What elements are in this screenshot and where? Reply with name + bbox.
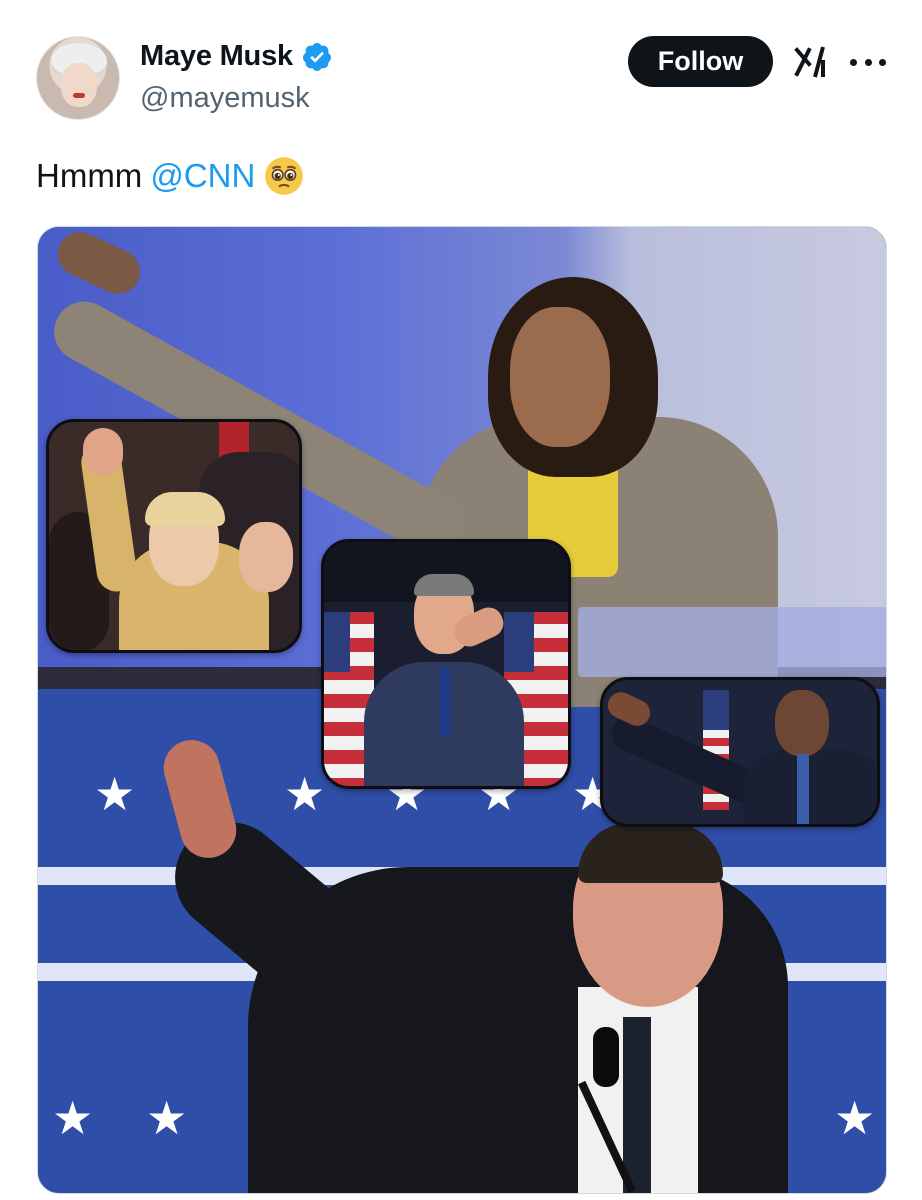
avatar[interactable]: [36, 36, 120, 120]
inset-photo-left: [46, 419, 302, 653]
figure-bottom-hair: [578, 823, 723, 883]
author-name-row[interactable]: Maye Musk: [140, 40, 333, 73]
tweet-media-image[interactable]: ★ ★ ★ ★ ★ ★ ★ ★ ★ ★: [37, 226, 887, 1194]
star-icon: ★: [94, 767, 136, 821]
star-icon: ★: [284, 767, 326, 821]
podium: [578, 607, 886, 677]
more-dots-icon[interactable]: [850, 48, 886, 76]
pleading-face-emoji-icon: [265, 157, 304, 195]
star-icon: ★: [834, 1091, 876, 1145]
figure-bottom-tie: [623, 1017, 651, 1193]
verified-badge-icon: [302, 42, 331, 71]
display-name[interactable]: Maye Musk: [140, 40, 293, 73]
star-icon: ★: [52, 1091, 94, 1145]
tweet-body-text: Hmmm: [36, 157, 143, 194]
tweet-text: Hmmm @CNN: [36, 155, 305, 197]
microphone-icon: [593, 1027, 619, 1087]
figure-top-face: [510, 307, 610, 447]
follow-button[interactable]: Follow: [628, 36, 773, 87]
inset-photo-center: [321, 539, 571, 789]
mention-link[interactable]: @CNN: [150, 156, 255, 196]
inset-photo-right: [600, 677, 880, 827]
star-icon: ★: [146, 1091, 188, 1145]
author-handle[interactable]: @mayemusk: [140, 82, 310, 115]
grok-icon[interactable]: [793, 44, 829, 80]
